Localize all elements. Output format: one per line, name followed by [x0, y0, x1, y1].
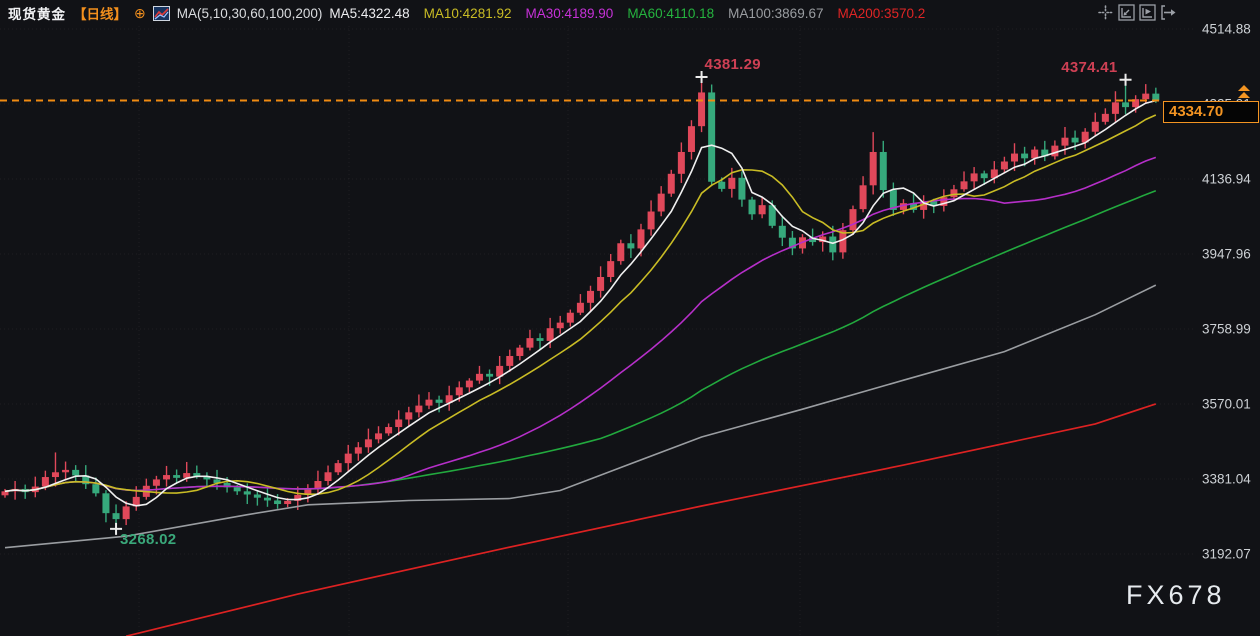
price-annotation: 3268.02 — [120, 531, 176, 548]
legend-ma30: MA30:4189.90 — [525, 6, 613, 21]
chart-header: 现货黄金 【日线】 ⊕ MA(5,10,30,60,100,200) MA5:4… — [0, 0, 1260, 26]
y-axis-tick: 3758.99 — [1202, 321, 1251, 336]
y-axis-tick: 3381.04 — [1202, 472, 1251, 487]
symbol-title: 现货黄金 — [8, 3, 66, 23]
legend-ma10: MA10:4281.92 — [424, 6, 512, 21]
auto-scroll-icon[interactable] — [1139, 4, 1156, 21]
timeframe-label[interactable]: 【日线】 — [73, 3, 127, 23]
y-axis-tick: 3947.96 — [1202, 246, 1251, 261]
crosshair-icon[interactable] — [1097, 4, 1114, 21]
high-cross-marker — [1120, 74, 1132, 86]
ma100-line — [5, 285, 1156, 548]
ma-legend: MA5:4322.48 MA10:4281.92 MA30:4189.90 MA60:… — [329, 6, 925, 21]
candlesticks — [2, 82, 1160, 525]
watermark: FX678 — [1126, 580, 1226, 611]
ma60-line — [5, 191, 1156, 492]
current-price-value: 4334.70 — [1169, 103, 1223, 120]
y-axis-tick: 3192.07 — [1202, 547, 1251, 562]
price-up-arrows-icon[interactable] — [1238, 85, 1250, 99]
price-annotation: 4381.29 — [705, 56, 761, 73]
chart-logo-icon — [153, 6, 170, 21]
expand-icon[interactable]: ⊕ — [134, 6, 146, 20]
y-axis-tick: 4136.94 — [1202, 171, 1251, 186]
legend-ma100: MA100:3869.67 — [728, 6, 823, 21]
legend-ma60: MA60:4110.18 — [627, 6, 714, 21]
chart-toolbar — [1097, 4, 1177, 21]
fit-chart-icon[interactable] — [1118, 4, 1135, 21]
price-annotation: 4374.41 — [1061, 59, 1117, 76]
ma-group-label: MA(5,10,30,60,100,200) — [177, 6, 323, 21]
legend-ma5: MA5:4322.48 — [329, 6, 409, 21]
y-axis-tick: 3570.01 — [1202, 397, 1251, 412]
legend-ma200: MA200:3570.2 — [837, 6, 925, 21]
chart-canvas[interactable] — [0, 0, 1260, 636]
ma30-line — [5, 157, 1156, 491]
goto-latest-icon[interactable] — [1160, 4, 1177, 21]
gridlines — [0, 26, 1196, 636]
trading-chart-app: 现货黄金 【日线】 ⊕ MA(5,10,30,60,100,200) MA5:4… — [0, 0, 1260, 636]
ma200-line — [126, 404, 1156, 636]
current-price-label: 4334.70 — [1163, 101, 1259, 123]
